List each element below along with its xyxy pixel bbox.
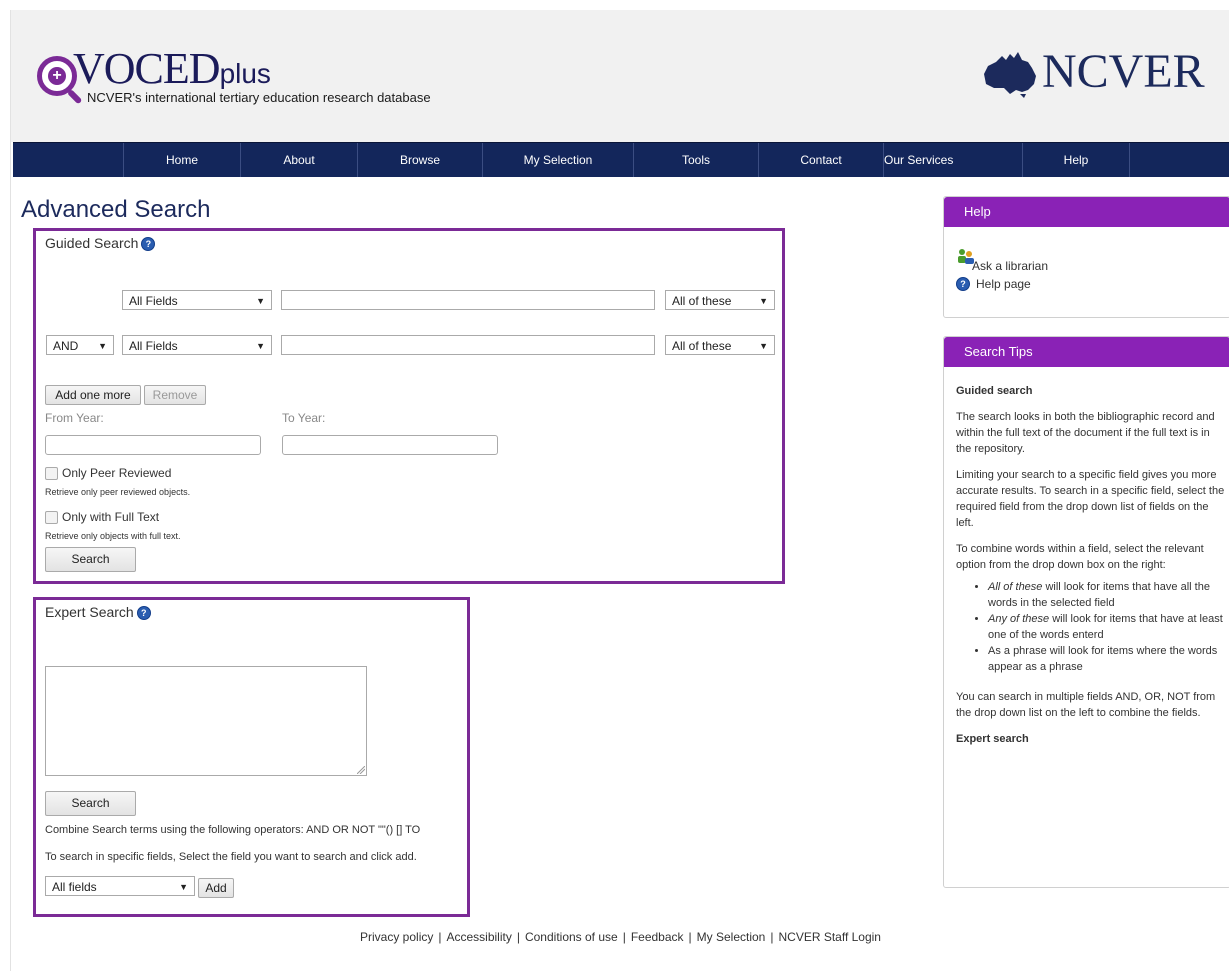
footer-link-staff-login[interactable]: NCVER Staff Login xyxy=(778,930,881,944)
site-tagline: NCVER's international tertiary education… xyxy=(87,90,431,105)
full-text-checkbox[interactable] xyxy=(45,511,58,524)
plus-icon: + xyxy=(48,67,66,85)
full-text-desc: Retrieve only objects with full text. xyxy=(45,531,181,541)
row1-match-select[interactable]: All of these ▼ xyxy=(665,290,775,310)
tip-paragraph: To combine words within a field, select … xyxy=(956,543,1204,571)
australia-map-icon xyxy=(984,52,1036,98)
to-year-input[interactable] xyxy=(282,435,498,455)
row2-field-select[interactable]: All Fields ▼ xyxy=(122,335,272,355)
chevron-down-icon: ▼ xyxy=(256,341,265,351)
row2-operator-select[interactable]: AND ▼ xyxy=(46,335,114,355)
expert-search-title-text: Expert Search xyxy=(45,604,134,620)
from-year-label: From Year: xyxy=(45,411,104,425)
help-panel-title: Help xyxy=(944,197,1229,227)
peer-reviewed-label: Only Peer Reviewed xyxy=(62,466,172,480)
peer-reviewed-checkbox[interactable] xyxy=(45,467,58,480)
guided-search-title-text: Guided Search xyxy=(45,235,139,251)
logo-suffix: plus xyxy=(219,58,271,89)
page: + VOCEDplus NCVER's international tertia… xyxy=(10,10,1229,971)
footer: Privacy policy | Accessibility | Conditions … xyxy=(11,930,1229,944)
tip-em: All of these xyxy=(988,581,1043,593)
help-page-link[interactable]: Help page xyxy=(976,277,1031,291)
full-text-label: Only with Full Text xyxy=(62,510,160,524)
expert-add-button[interactable]: Add xyxy=(198,878,234,898)
tips-list: All of these will look for items that ha… xyxy=(956,579,1226,675)
nav-tools[interactable]: Tools xyxy=(633,143,758,177)
row2-operator-value: AND xyxy=(53,339,79,353)
tip-paragraph: You can search in multiple fields AND, O… xyxy=(956,691,1216,719)
row1-match-value: All of these xyxy=(672,294,732,308)
row2-term-input[interactable] xyxy=(281,335,655,355)
search-tips-panel: Search Tips Guided search The search loo… xyxy=(943,336,1229,888)
add-one-more-button[interactable]: Add one more xyxy=(45,385,141,405)
footer-separator: | xyxy=(770,930,774,944)
to-year-label: To Year: xyxy=(282,411,326,425)
nav-our-services[interactable]: Our Services xyxy=(883,143,1022,177)
site-header: + VOCEDplus NCVER's international tertia… xyxy=(11,10,1229,142)
help-icon: ? xyxy=(956,277,970,291)
tips-list-item: All of these will look for items that ha… xyxy=(988,579,1226,611)
footer-separator: | xyxy=(688,930,692,944)
footer-link-feedback[interactable]: Feedback xyxy=(631,930,684,944)
nav-help[interactable]: Help xyxy=(1022,143,1130,177)
row1-field-select[interactable]: All Fields ▼ xyxy=(122,290,272,310)
chevron-down-icon: ▼ xyxy=(179,882,188,892)
row2-field-value: All Fields xyxy=(129,339,178,353)
search-tips-content: Guided search The search looks in both t… xyxy=(956,383,1226,757)
peer-reviewed-desc: Retrieve only peer reviewed objects. xyxy=(45,487,191,497)
fields-help-text: To search in specific fields, Select the… xyxy=(45,851,417,863)
page-title: Advanced Search xyxy=(21,196,211,223)
row2-match-value: All of these xyxy=(672,339,732,353)
row1-term-input[interactable] xyxy=(281,290,655,310)
main-nav: Home About Browse My Selection Tools Con… xyxy=(13,142,1229,177)
footer-link-my-selection[interactable]: My Selection xyxy=(697,930,766,944)
footer-link-conditions[interactable]: Conditions of use xyxy=(525,930,618,944)
nav-about[interactable]: About xyxy=(240,143,357,177)
chevron-down-icon: ▼ xyxy=(759,296,768,306)
resize-handle-icon[interactable] xyxy=(357,766,365,774)
guided-search-panel: Guided Search? All Fields ▼ All of these ▼… xyxy=(33,228,785,584)
chevron-down-icon: ▼ xyxy=(759,341,768,351)
footer-link-accessibility[interactable]: Accessibility xyxy=(446,930,511,944)
expert-field-select[interactable]: All fields ▼ xyxy=(45,876,195,896)
expert-search-title: Expert Search? xyxy=(45,604,151,620)
expert-field-value: All fields xyxy=(52,880,97,894)
operators-help-text: Combine Search terms using the following… xyxy=(45,824,421,836)
tips-list-item: As a phrase will look for items where th… xyxy=(988,643,1226,675)
expert-query-textarea[interactable] xyxy=(45,666,367,776)
footer-separator: | xyxy=(438,930,442,944)
tip-em: Any of these xyxy=(988,613,1050,625)
chevron-down-icon: ▼ xyxy=(98,341,107,351)
from-year-input[interactable] xyxy=(45,435,261,455)
nav-contact[interactable]: Contact xyxy=(758,143,883,177)
guided-search-title: Guided Search? xyxy=(45,235,156,251)
expert-search-heading: Expert search xyxy=(956,733,1029,745)
footer-separator: | xyxy=(516,930,520,944)
nav-my-selection[interactable]: My Selection xyxy=(482,143,633,177)
expert-search-panel: Expert Search? Search Combine Search ter… xyxy=(33,597,470,917)
logo-main: VOCED xyxy=(73,44,221,93)
ncver-logo[interactable]: NCVER xyxy=(980,45,1229,98)
search-tips-title: Search Tips xyxy=(944,337,1229,367)
help-icon[interactable]: ? xyxy=(136,606,151,620)
help-panel: Help Ask a librarian ? Help page xyxy=(943,196,1229,318)
nav-home[interactable]: Home xyxy=(123,143,240,177)
help-icon[interactable]: ? xyxy=(141,237,156,251)
ask-librarian-link[interactable]: Ask a librarian xyxy=(972,259,1048,273)
footer-separator: | xyxy=(622,930,626,944)
ncver-wordmark: NCVER xyxy=(1042,45,1205,98)
tip-paragraph: The search looks in both the bibliograph… xyxy=(956,411,1215,455)
chevron-down-icon: ▼ xyxy=(256,296,265,306)
guided-search-heading: Guided search xyxy=(956,385,1033,397)
nav-browse[interactable]: Browse xyxy=(357,143,482,177)
row2-match-select[interactable]: All of these ▼ xyxy=(665,335,775,355)
footer-link-privacy[interactable]: Privacy policy xyxy=(360,930,433,944)
guided-search-button[interactable]: Search xyxy=(45,547,136,572)
tip-paragraph: Limiting your search to a specific field… xyxy=(956,469,1225,529)
expert-search-button[interactable]: Search xyxy=(45,791,136,816)
tips-list-item: Any of these will look for items that ha… xyxy=(988,611,1226,643)
remove-button[interactable]: Remove xyxy=(144,385,206,405)
row1-field-value: All Fields xyxy=(129,294,178,308)
